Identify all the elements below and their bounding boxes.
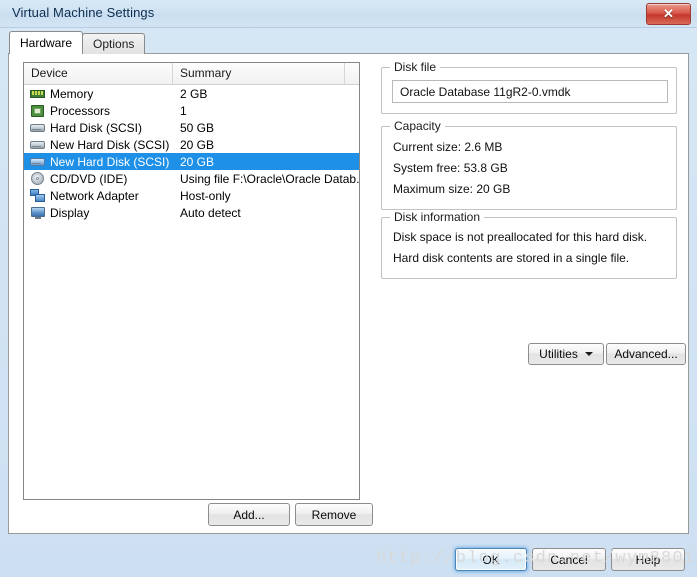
device-label: New Hard Disk (SCSI): [50, 154, 170, 169]
table-row[interactable]: Network Adapter Host-only: [24, 187, 359, 204]
settings-panel: Device Summary Memory 2 GB Processors 1: [8, 53, 689, 534]
disk-info-line-2: Hard disk contents are stored in a singl…: [393, 251, 630, 265]
summary-cell: 50 GB: [180, 120, 215, 135]
memory-icon: [30, 87, 46, 101]
window-title: Virtual Machine Settings: [12, 5, 155, 20]
table-row[interactable]: New Hard Disk (SCSI) 20 GB: [24, 136, 359, 153]
current-size-value: Current size: 2.6 MB: [393, 140, 503, 154]
network-adapter-icon: [30, 188, 46, 203]
table-row-selected[interactable]: New Hard Disk (SCSI) 20 GB: [24, 153, 359, 170]
device-cell: New Hard Disk (SCSI): [24, 138, 173, 152]
hard-disk-icon: [30, 138, 46, 152]
table-row[interactable]: Hard Disk (SCSI) 50 GB: [24, 119, 359, 136]
utilities-label: Utilities: [539, 347, 578, 361]
summary-cell: Host-only: [180, 188, 231, 203]
disk-info-line-1: Disk space is not preallocated for this …: [393, 230, 648, 244]
device-cell: Processors: [24, 104, 173, 118]
device-label: Network Adapter: [50, 188, 139, 203]
tab-options[interactable]: Options: [82, 33, 146, 54]
advanced-button[interactable]: Advanced...: [606, 343, 686, 365]
chevron-down-icon: [584, 352, 593, 356]
capacity-group: Capacity Current size: 2.6 MB System fre…: [381, 119, 677, 210]
device-cell: Memory: [24, 87, 173, 101]
device-cell: Display: [24, 206, 173, 220]
table-row[interactable]: Processors 1: [24, 102, 359, 119]
disk-information-legend: Disk information: [390, 210, 485, 224]
disk-file-legend: Disk file: [390, 60, 441, 74]
device-cell: Hard Disk (SCSI): [24, 121, 173, 135]
device-cell: CD/DVD (IDE): [24, 171, 173, 186]
summary-cell: 2 GB: [180, 86, 208, 101]
close-button[interactable]: ✕: [646, 3, 691, 25]
processor-icon: [30, 104, 46, 118]
help-button[interactable]: Help: [611, 548, 685, 571]
hard-disk-icon: [30, 121, 46, 135]
ok-button[interactable]: OK: [455, 548, 527, 571]
summary-cell: 20 GB: [180, 137, 215, 152]
summary-cell: Auto detect: [180, 205, 241, 220]
device-cell: Network Adapter: [24, 188, 173, 203]
disk-file-group: Disk file Oracle Database 11gR2-0.vmdk: [381, 60, 677, 114]
disk-file-input[interactable]: Oracle Database 11gR2-0.vmdk: [392, 80, 668, 103]
table-row[interactable]: CD/DVD (IDE) Using file F:\Oracle\Oracle…: [24, 170, 359, 187]
hard-disk-icon: [30, 155, 46, 169]
device-label: New Hard Disk (SCSI): [50, 137, 170, 152]
virtual-machine-settings-dialog: Virtual Machine Settings ✕ Hardware Opti…: [0, 0, 697, 577]
device-label: Memory: [50, 86, 94, 101]
tab-hardware[interactable]: Hardware: [9, 31, 84, 54]
disk-information-group: Disk information Disk space is not preal…: [381, 210, 677, 279]
summary-cell: Using file F:\Oracle\Oracle Datab...: [180, 171, 359, 186]
device-cell: New Hard Disk (SCSI): [24, 155, 173, 169]
device-label: Processors: [50, 103, 111, 118]
tab-strip: Hardware Options: [9, 31, 146, 54]
device-label: CD/DVD (IDE): [50, 171, 128, 186]
device-list-header: Device Summary: [24, 63, 359, 85]
title-bar: Virtual Machine Settings ✕: [0, 0, 697, 28]
maximum-size-value: Maximum size: 20 GB: [393, 182, 511, 196]
device-label: Display: [50, 205, 90, 220]
device-label: Hard Disk (SCSI): [50, 120, 143, 135]
add-button[interactable]: Add...: [208, 503, 290, 526]
close-icon: ✕: [663, 6, 674, 21]
cancel-button[interactable]: Cancel: [532, 548, 606, 571]
display-icon: [30, 206, 46, 220]
table-row[interactable]: Display Auto detect: [24, 204, 359, 221]
cd-dvd-icon: [30, 171, 46, 186]
device-list[interactable]: Device Summary Memory 2 GB Processors 1: [23, 62, 360, 500]
column-header-filler: [345, 63, 359, 84]
column-header-summary[interactable]: Summary: [173, 63, 345, 84]
remove-button[interactable]: Remove: [295, 503, 373, 526]
system-free-value: System free: 53.8 GB: [393, 161, 508, 175]
table-row[interactable]: Memory 2 GB: [24, 85, 359, 102]
capacity-legend: Capacity: [390, 119, 445, 133]
utilities-button[interactable]: Utilities: [528, 343, 604, 365]
summary-cell: 20 GB: [180, 154, 215, 169]
summary-cell: 1: [180, 103, 187, 118]
column-header-device[interactable]: Device: [24, 63, 173, 84]
